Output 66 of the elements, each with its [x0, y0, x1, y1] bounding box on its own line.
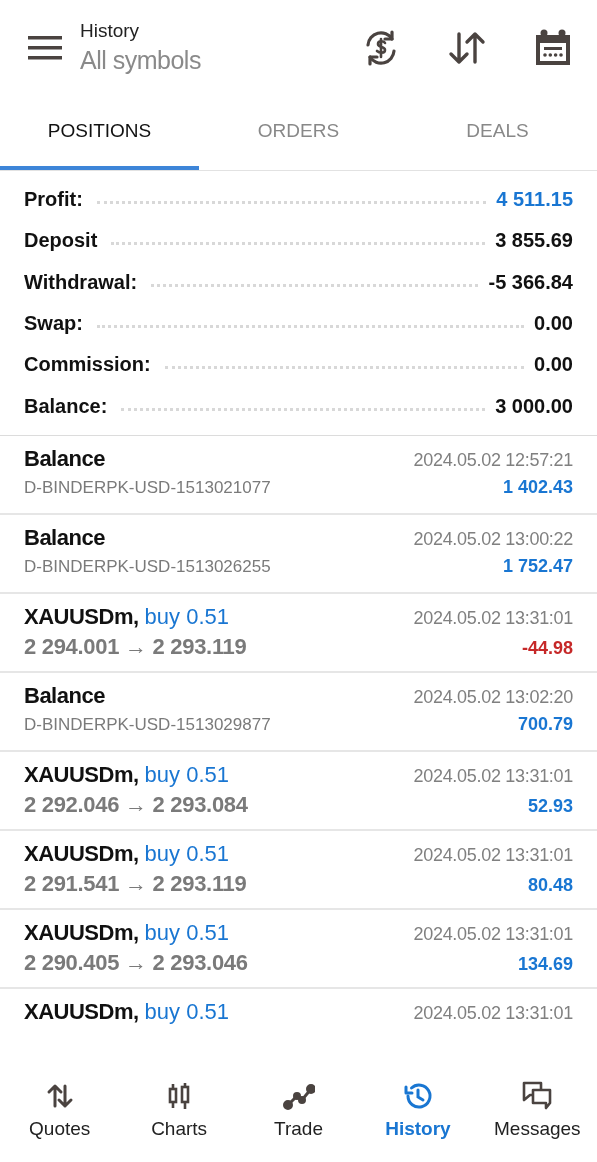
nav-item[interactable]: Trade: [238, 1058, 359, 1162]
price-range: 2 291.541 → 2 293.119: [24, 870, 247, 897]
summary-label: Profit:: [24, 188, 83, 212]
row-time: 2024.05.02 13:02:20: [413, 686, 573, 708]
row-title: XAUUSDm,: [24, 998, 139, 1024]
nav-item[interactable]: Messages: [477, 1058, 597, 1162]
row-amount: -44.98: [521, 637, 573, 659]
nav-item[interactable]: History: [358, 1058, 478, 1162]
deal-id: D-BINDERPK-USD-1513029877: [24, 714, 271, 735]
row-time: 2024.05.02 13:00:22: [413, 528, 573, 550]
trade-direction: buy 0.51: [144, 761, 229, 787]
summary-value: 3 000.00: [495, 394, 573, 418]
tab[interactable]: POSITIONS: [0, 95, 199, 170]
summary-label: Balance:: [24, 394, 108, 418]
row-amount: 52.93: [527, 795, 573, 817]
nav-item[interactable]: Quotes: [0, 1058, 120, 1162]
row-amount: 80.48: [527, 874, 573, 896]
trade-direction: buy 0.51: [144, 603, 229, 629]
row-time: 2024.05.02 13:31:01: [413, 844, 573, 866]
row-amount: 134.69: [517, 953, 573, 975]
history-row[interactable]: Balance 2024.05.02 13:02:20 D-BINDERPK-USD-1513029877 700.79: [0, 672, 597, 752]
deal-id: D-BINDERPK-USD-1513021077: [24, 477, 271, 498]
row-title: Balance: [24, 445, 105, 471]
summary-value: 4 511.15: [496, 188, 573, 212]
trade-direction: buy 0.51: [144, 919, 229, 945]
screen-title: History: [80, 20, 141, 42]
summary-label: Commission:: [24, 353, 151, 377]
history-row[interactable]: XAUUSDm, buy 0.51 2024.05.02 13:31:01 2 290.405 → 2 293.046 134.69: [0, 909, 597, 989]
history-row[interactable]: XAUUSDm, buy 0.51 2024.05.02 13:31:01 2 291.541 → 2 293.119 80.48: [0, 830, 597, 910]
summary-value: 3 855.69: [495, 229, 573, 253]
deal-id: D-BINDERPK-USD-1513026255: [24, 556, 271, 577]
row-amount: 700.79: [517, 713, 573, 735]
row-title: XAUUSDm,: [24, 603, 139, 629]
summary-value: 0.00: [534, 312, 573, 336]
summary-value: -5 366.84: [488, 270, 573, 294]
row-title: XAUUSDm,: [24, 761, 139, 787]
nav-item[interactable]: Charts: [119, 1058, 239, 1162]
summary-label: Withdrawal:: [24, 270, 138, 294]
calendar-icon[interactable]: [533, 27, 573, 68]
row-time: 2024.05.02 13:31:01: [413, 1002, 573, 1024]
menu-icon[interactable]: [28, 34, 62, 61]
history-row[interactable]: Balance 2024.05.02 13:00:22 D-BINDERPK-USD-1513026255 1 752.47: [0, 514, 597, 594]
history-row[interactable]: XAUUSDm, buy 0.51 2024.05.02 13:31:01 2 292.046 → 2 293.084 52.93: [0, 751, 597, 831]
trade-direction: buy 0.51: [144, 840, 229, 866]
row-time: 2024.05.02 13:31:01: [413, 607, 573, 629]
row-time: 2024.05.02 13:31:01: [413, 765, 573, 787]
price-range: 2 292.046 → 2 293.084: [24, 791, 248, 818]
price-range: 2 294.001 → 2 293.119: [24, 633, 247, 660]
row-title: XAUUSDm,: [24, 919, 139, 945]
history-row[interactable]: XAUUSDm, buy 0.51 2024.05.02 13:31:01 2 294.001 → 2 293.119 -44.98: [0, 593, 597, 673]
tab[interactable]: DEALS: [398, 95, 597, 170]
price-range: 2 290.405 → 2 293.046: [24, 949, 248, 976]
row-amount: 1 402.43: [502, 476, 573, 498]
row-time: 2024.05.02 13:31:01: [413, 923, 573, 945]
row-title: Balance: [24, 682, 105, 708]
history-row[interactable]: Balance 2024.05.02 12:57:21 D-BINDERPK-USD-1513021077 1 402.43: [0, 435, 597, 515]
row-title: Balance: [24, 524, 105, 550]
row-time: 2024.05.02 12:57:21: [413, 449, 573, 471]
row-amount: 1 752.47: [502, 555, 573, 577]
summary-label: Deposit: [24, 229, 98, 253]
summary-value: 0.00: [534, 353, 573, 377]
summary-label: Swap:: [24, 312, 83, 336]
row-title: XAUUSDm,: [24, 840, 139, 866]
tab[interactable]: ORDERS: [199, 95, 398, 170]
chat-bubbles-icon: [521, 1080, 554, 1112]
trade-direction: buy 0.51: [144, 998, 229, 1024]
